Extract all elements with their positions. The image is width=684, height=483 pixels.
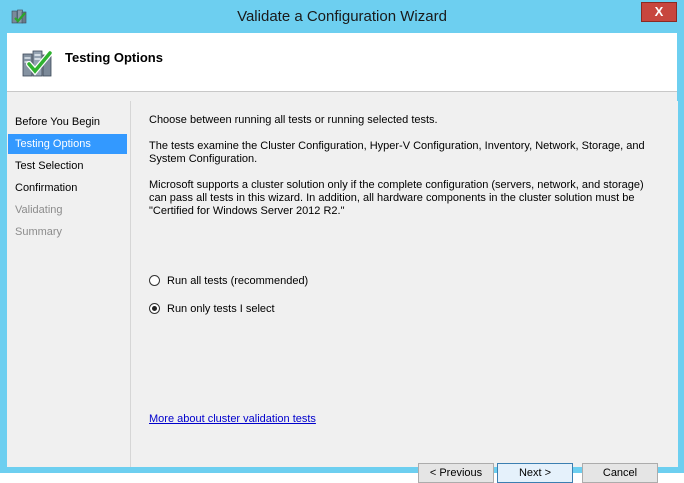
page-title: Testing Options <box>65 50 163 65</box>
radio-run-selected-label: Run only tests I select <box>167 303 275 315</box>
intro-text: Choose between running all tests or runn… <box>149 114 438 126</box>
radio-run-selected-tests[interactable]: Run only tests I select <box>149 300 275 318</box>
wizard-content: Choose between running all tests or runn… <box>130 101 678 483</box>
tests-description: The tests examine the Cluster Configurat… <box>149 140 645 165</box>
nav-step-summary: Summary <box>15 226 63 238</box>
cluster-validate-checkmark-icon <box>22 50 53 77</box>
radio-run-all-tests[interactable]: Run all tests (recommended) <box>149 272 308 290</box>
wizard-step-list: Before You Begin Testing Options Test Se… <box>7 102 129 467</box>
radio-unselected-icon[interactable] <box>149 274 160 286</box>
wizard-client-area: Testing Options Before You Begin Testing… <box>7 33 678 483</box>
nav-step-test-selection[interactable]: Test Selection <box>8 156 127 176</box>
nav-step-before-you-begin[interactable]: Before You Begin <box>8 112 127 132</box>
radio-run-all-label: Run all tests (recommended) <box>167 275 309 287</box>
nav-step-testing-options[interactable]: Testing Options <box>8 134 127 154</box>
cancel-button[interactable]: Cancel <box>582 463 658 483</box>
next-button[interactable]: Next > <box>497 463 573 483</box>
nav-step-confirmation[interactable]: Confirmation <box>8 178 127 198</box>
radio-selected-icon[interactable] <box>149 302 160 314</box>
nav-step-validating: Validating <box>15 204 63 216</box>
window-title: Validate a Configuration Wizard <box>237 8 447 25</box>
previous-button[interactable]: < Previous <box>418 463 494 483</box>
title-bar[interactable]: Validate a Configuration Wizard X <box>0 0 684 33</box>
more-about-validation-link[interactable]: More about cluster validation tests <box>149 413 316 425</box>
wizard-header: Testing Options <box>7 33 677 92</box>
wizard-window: Validate a Configuration Wizard X Testin… <box>0 0 684 483</box>
support-note: Microsoft supports a cluster solution on… <box>149 179 644 217</box>
close-button[interactable]: X <box>641 2 677 22</box>
